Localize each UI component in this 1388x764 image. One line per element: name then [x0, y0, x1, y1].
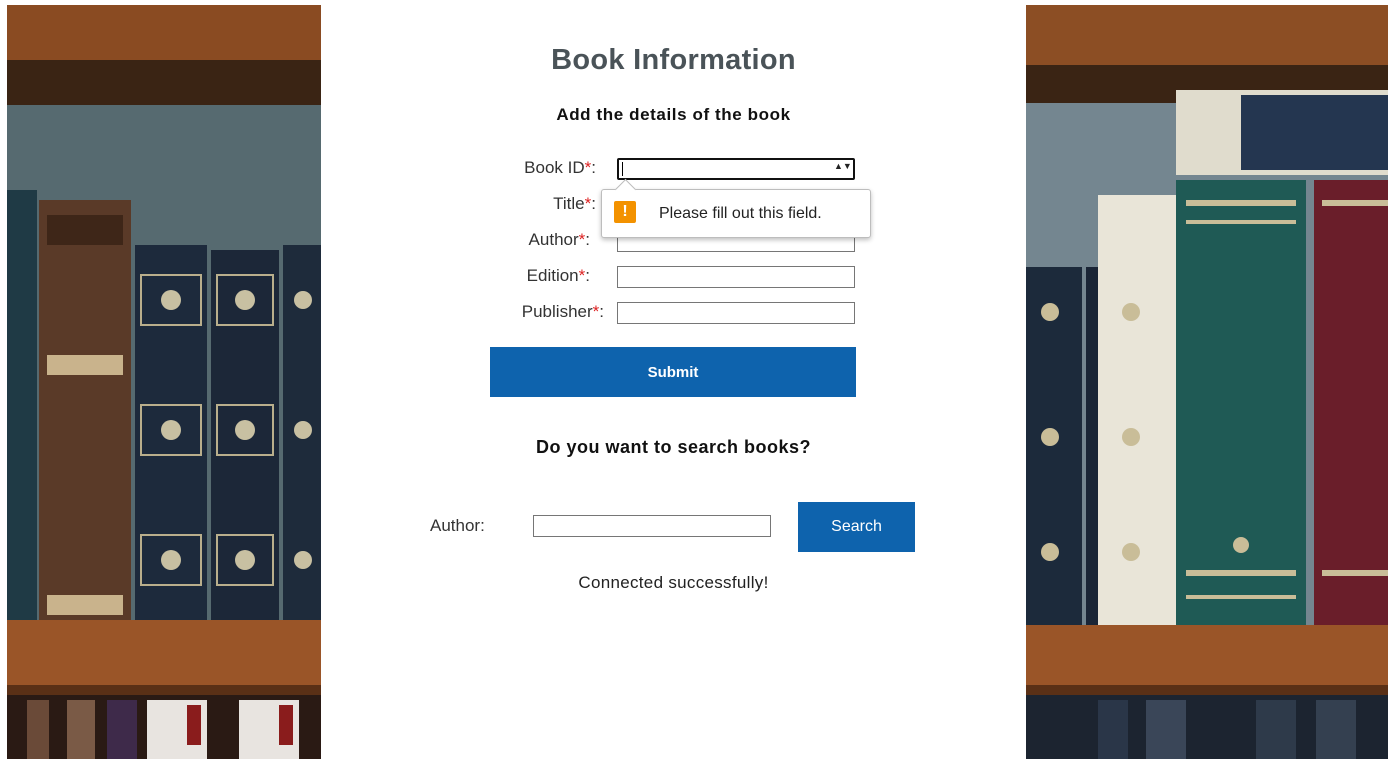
required-marker: * — [584, 158, 592, 177]
title-label-text: Title — [553, 194, 585, 213]
search-heading: Do you want to search books? — [535, 437, 812, 457]
author-label-text: Author — [528, 230, 579, 249]
book-id-input[interactable]: ▲▼ — [617, 158, 855, 180]
required-marker: * — [592, 302, 600, 321]
form-panel: Book Information Add the details of the … — [321, 0, 1026, 764]
search-author-input[interactable] — [533, 515, 771, 537]
edition-label: Edition*: — [526, 266, 590, 285]
bookshelf-background-left — [7, 5, 321, 759]
submit-button[interactable]: Submit — [490, 347, 856, 397]
search-button[interactable]: Search — [798, 502, 915, 552]
bookshelf-background-right — [1026, 5, 1388, 759]
text-cursor — [622, 162, 623, 176]
publisher-input[interactable] — [617, 302, 855, 324]
warning-icon: ! — [614, 201, 636, 223]
bookshelf-illustration-right — [1026, 5, 1388, 759]
validation-message: Please fill out this field. — [659, 205, 822, 222]
edition-label-text: Edition — [526, 266, 579, 285]
publisher-label-text: Publisher — [521, 302, 593, 321]
search-author-label: Author: — [430, 516, 485, 535]
bookshelf-illustration-left — [7, 5, 321, 759]
validation-tooltip: ! Please fill out this field. — [601, 178, 871, 238]
author-label: Author*: — [528, 230, 590, 249]
page-title: Book Information — [551, 44, 796, 76]
form-subtitle: Add the details of the book — [556, 105, 791, 124]
required-marker: * — [578, 230, 586, 249]
number-spinner-icon[interactable]: ▲▼ — [834, 162, 852, 175]
edition-input[interactable] — [617, 266, 855, 288]
book-id-label-text: Book ID — [524, 158, 585, 177]
tooltip-arrow — [614, 178, 637, 201]
publisher-label: Publisher*: — [521, 302, 604, 321]
book-id-label: Book ID*: — [524, 158, 596, 177]
required-marker: * — [578, 266, 586, 285]
connection-status: Connected successfully! — [578, 573, 769, 592]
required-marker: * — [584, 194, 592, 213]
page: Book Information Add the details of the … — [0, 0, 1388, 764]
title-label: Title*: — [553, 194, 596, 213]
